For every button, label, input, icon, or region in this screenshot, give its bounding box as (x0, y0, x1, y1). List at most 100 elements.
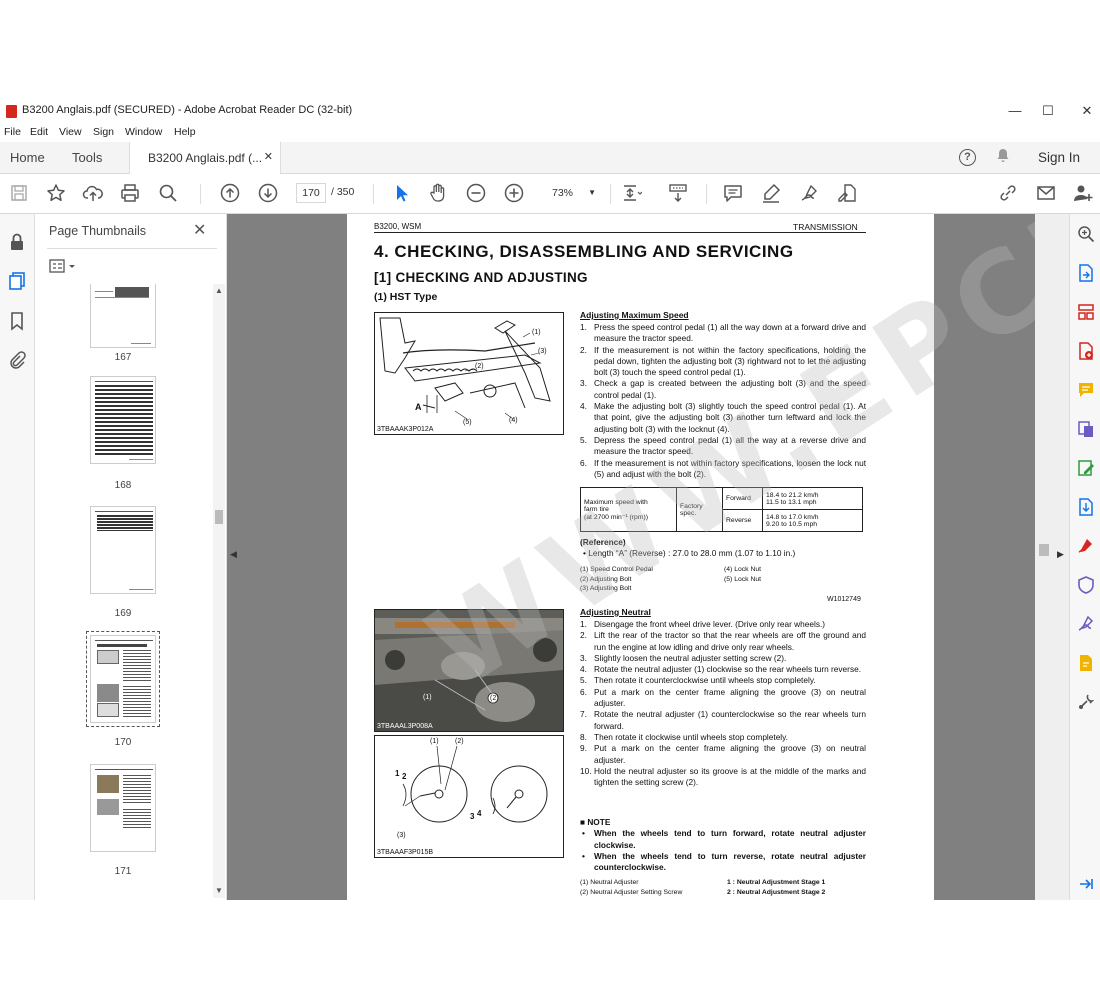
fit-page-icon[interactable] (620, 182, 643, 204)
menu-help[interactable]: Help (174, 126, 196, 138)
scrollbar-thumb[interactable] (1039, 544, 1049, 556)
left-navigation-rail (0, 214, 35, 900)
acrobat-window: B3200 Anglais.pdf (SECURED) - Adobe Acro… (0, 100, 1100, 900)
bookmark-icon[interactable] (7, 311, 27, 331)
thumbnail-page-169[interactable] (90, 506, 156, 594)
thumbnail-page-168[interactable] (90, 376, 156, 464)
scroll-up-icon[interactable]: ▲ (215, 286, 223, 295)
export-arrow-icon[interactable] (1076, 497, 1096, 517)
save-icon[interactable] (8, 182, 30, 204)
request-signature-icon[interactable] (1076, 614, 1096, 634)
more-tools-icon[interactable] (1076, 692, 1096, 712)
zoom-dropdown[interactable]: 73% ▼ (540, 183, 602, 203)
select-cursor-icon[interactable] (390, 182, 412, 204)
maximize-button[interactable]: ☐ (1033, 102, 1063, 120)
print-icon[interactable] (119, 182, 141, 204)
send-file-icon[interactable] (1076, 653, 1096, 673)
collapse-left-panel-icon[interactable]: ◀ (230, 549, 237, 560)
close-panel-button[interactable]: ✕ (193, 220, 206, 240)
right-tools-rail (1069, 214, 1100, 900)
menu-edit[interactable]: Edit (30, 126, 48, 138)
upload-cloud-icon[interactable] (82, 182, 104, 204)
create-pdf-icon[interactable] (1076, 341, 1096, 361)
sign-in-link[interactable]: Sign In (1038, 150, 1080, 165)
spec-reverse-values: 14.8 to 17.0 km/h 9.20 to 10.5 mph (762, 509, 863, 532)
add-user-icon[interactable] (1072, 182, 1094, 204)
step-item: 8. Then rotate it clockwise until wheels … (580, 731, 788, 742)
figure-callout: (3) (538, 348, 547, 355)
highlight-pen-icon[interactable] (760, 182, 782, 204)
step-item: 3. Check a gap is created between the adj… (580, 378, 866, 400)
zoom-in-icon[interactable] (503, 182, 525, 204)
max-speed-spec-table: Maximum speed with farm tire (at 2700 mi… (580, 487, 863, 532)
zoom-out-icon[interactable] (465, 182, 487, 204)
close-window-button[interactable]: ✕ (1072, 102, 1100, 120)
page-thumbnails-icon[interactable] (7, 271, 27, 291)
tab-document[interactable]: B3200 Anglais.pdf (... ✕ (129, 142, 281, 174)
menu-window[interactable]: Window (125, 126, 162, 138)
thumbnail-options-icon[interactable] (49, 258, 77, 274)
protect-shield-icon[interactable] (1076, 575, 1096, 595)
section-heading: [1] CHECKING AND ADJUSTING (374, 270, 588, 285)
scroll-down-icon[interactable]: ▼ (215, 886, 223, 895)
menu-sign[interactable]: Sign (93, 126, 114, 138)
legend-right: 1 : Neutral Adjustment Stage 1 2 : Neutr… (727, 879, 826, 896)
tab-home[interactable]: Home (10, 150, 45, 165)
thumbnail-page-167[interactable] (90, 284, 156, 348)
combine-files-icon[interactable] (1076, 419, 1096, 439)
collapse-right-panel-icon[interactable]: ▶ (1057, 549, 1064, 560)
draw-icon[interactable] (798, 182, 820, 204)
page-number-input[interactable]: 170 (296, 183, 326, 203)
page-header-right: TRANSMISSION (793, 222, 858, 232)
minimize-button[interactable]: — (1000, 102, 1030, 120)
organize-pages-icon[interactable] (1076, 302, 1096, 322)
neutral-adjuster-photo: (1) (2) 3TBAAAL3P008A (374, 609, 564, 732)
attachment-icon[interactable] (7, 350, 27, 370)
toolbar-divider (706, 184, 707, 204)
hand-tool-icon[interactable] (427, 182, 449, 204)
page-header-left: B3200, WSM (374, 222, 422, 231)
document-tab-label: B3200 Anglais.pdf (... (148, 151, 263, 165)
document-viewer[interactable]: ◀ B3200, WSM TRANSMISSION 4. CHECKING, D… (227, 214, 1069, 900)
email-icon[interactable] (1035, 182, 1057, 204)
bookmark-star-icon[interactable] (45, 182, 67, 204)
previous-page-icon[interactable] (219, 182, 241, 204)
next-page-icon[interactable] (257, 182, 279, 204)
thumbnails-scrollbar[interactable]: ▲ ▼ (213, 284, 225, 898)
reference-title: (Reference) (580, 537, 626, 547)
close-tab-button[interactable]: ✕ (264, 150, 273, 163)
step-item: 7. Rotate the neutral adjuster (1) counte… (580, 709, 866, 731)
comment-icon[interactable] (722, 182, 744, 204)
export-pdf-icon[interactable] (1076, 263, 1096, 283)
figure-callout: (2) (490, 695, 499, 702)
thumbnail-label: 171 (114, 866, 132, 877)
thumbnail-page-171[interactable] (90, 764, 156, 852)
scroll-mode-icon[interactable] (667, 182, 689, 204)
comment-tool-icon[interactable] (1076, 380, 1096, 400)
figure-caption: 3TBAAAK3P012A (377, 426, 434, 433)
fill-sign-icon[interactable] (836, 182, 858, 204)
thumbnail-label: 167 (114, 352, 132, 363)
spec-factory-cell: Factory spec. (676, 487, 723, 532)
search-icon[interactable] (157, 182, 179, 204)
edit-pdf-icon[interactable] (1076, 458, 1096, 478)
expand-panel-icon[interactable] (1076, 874, 1096, 890)
fill-sign-tool-icon[interactable] (1076, 536, 1096, 556)
scrollbar-thumb[interactable] (215, 510, 223, 524)
share-link-icon[interactable] (997, 182, 1019, 204)
tab-tools[interactable]: Tools (72, 150, 102, 165)
panel-divider (47, 248, 217, 249)
thumbnail-list: 167 168 169 170 171 (35, 284, 213, 898)
step-item: 5. Then rotate it counterclockwise until … (580, 675, 816, 686)
menu-view[interactable]: View (59, 126, 82, 138)
search-zoom-icon[interactable] (1076, 224, 1096, 244)
step-item: 6. Put a mark on the center frame alignin… (580, 686, 866, 709)
pedal-diagram-figure: (1) (3) (2) A (5) (4) 3TBAAAK3P012A (374, 312, 564, 435)
menu-file[interactable]: File (4, 126, 21, 138)
help-icon[interactable]: ? (959, 149, 976, 166)
thumbnail-page-170[interactable] (86, 631, 160, 727)
tab-bar: Home Tools B3200 Anglais.pdf (... ✕ ? Si… (0, 142, 1100, 174)
lock-icon[interactable] (7, 232, 27, 252)
reference-item: • Length “A” (Reverse) : 27.0 to 28.0 mm… (583, 548, 796, 558)
bell-icon[interactable] (995, 148, 1011, 168)
